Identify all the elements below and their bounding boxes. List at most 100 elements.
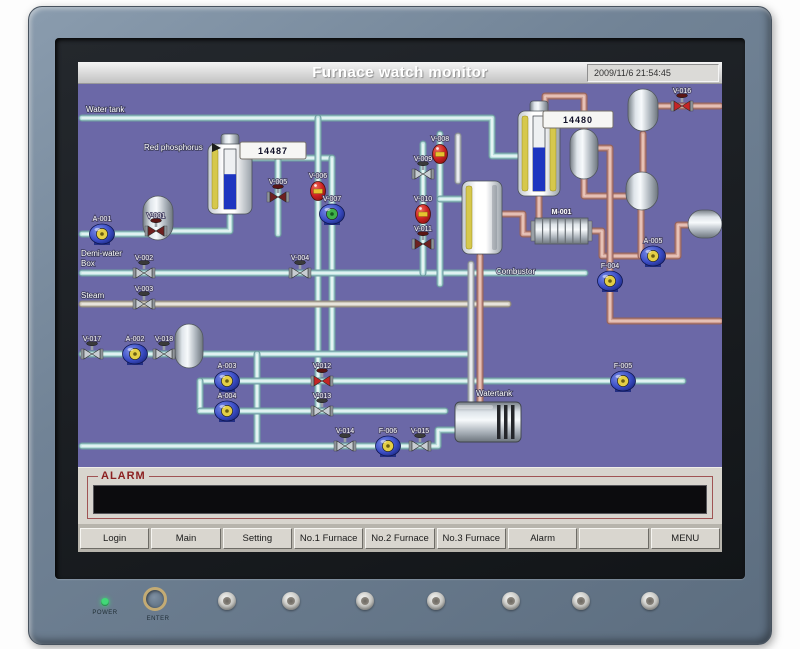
svg-text:M-001: M-001 xyxy=(552,209,572,216)
nav-button-blank-8[interactable] xyxy=(579,528,648,549)
enter-button-label: ENTER xyxy=(134,616,182,622)
function-button-glyph xyxy=(432,597,440,605)
function-button-glyph xyxy=(577,597,585,605)
svg-text:V-007: V-007 xyxy=(323,196,341,203)
function-button-1[interactable] xyxy=(218,592,236,610)
indicator-v-010[interactable]: V-010 xyxy=(414,196,432,224)
watertank-vessel xyxy=(455,402,521,442)
svg-text:F-004: F-004 xyxy=(601,263,619,270)
svg-text:Watertank: Watertank xyxy=(476,389,513,398)
pump-v-007[interactable]: V-007 xyxy=(320,196,345,225)
function-button-3[interactable] xyxy=(356,592,374,610)
svg-text:V-002: V-002 xyxy=(135,255,153,262)
svg-text:Combustor: Combustor xyxy=(496,267,535,276)
alarm-panel: ALARM xyxy=(78,467,722,524)
clock-display: 2009/11/6 21:54:45 xyxy=(587,64,719,82)
capsule-v-vessel xyxy=(626,172,658,210)
pump-a-001[interactable]: A-001 xyxy=(90,216,115,245)
function-button-glyph xyxy=(223,597,231,605)
svg-text:V-009: V-009 xyxy=(414,156,432,163)
pump-f-004[interactable]: F-004 xyxy=(598,263,623,292)
pump-f-005[interactable]: F-005 xyxy=(611,363,636,392)
process-diagram: M-001 14487 14480 V-001 V-002 V-003 V-004 V-005… xyxy=(78,84,722,467)
combustor-vessel xyxy=(462,181,502,254)
nav-button-menu[interactable]: MENU xyxy=(651,528,720,549)
monitor-frame: Furnace watch monitor 2009/11/6 21:54:45… xyxy=(28,6,772,645)
svg-text:V-017: V-017 xyxy=(83,336,101,343)
screen-bezel: Furnace watch monitor 2009/11/6 21:54:45… xyxy=(55,38,745,579)
nav-button-main[interactable]: Main xyxy=(151,528,220,549)
diagram-label-water-tank: Water tank xyxy=(86,105,125,114)
svg-text:V-005: V-005 xyxy=(269,179,287,186)
diagram-label-demi-water: Demi-water xyxy=(81,249,122,258)
capsule-v-vessel xyxy=(175,324,203,368)
pump-a-002[interactable]: A-002 xyxy=(123,336,148,365)
function-button-4[interactable] xyxy=(427,592,445,610)
capsule-v-vessel xyxy=(570,129,598,179)
svg-text:V-016: V-016 xyxy=(673,88,691,95)
diagram-label-steam: Steam xyxy=(81,291,104,300)
function-button-glyph xyxy=(361,597,369,605)
svg-text:A-004: A-004 xyxy=(218,393,237,400)
pump-a-003[interactable]: A-003 xyxy=(215,363,240,392)
function-button-7[interactable] xyxy=(641,592,659,610)
svg-text:F-006: F-006 xyxy=(379,428,397,435)
alarm-message-display xyxy=(93,485,707,514)
svg-text:V-012: V-012 xyxy=(313,363,331,370)
svg-text:V-004: V-004 xyxy=(291,255,309,262)
function-button-glyph xyxy=(646,597,654,605)
svg-text:V-010: V-010 xyxy=(414,196,432,203)
level-display: 14480 xyxy=(543,111,613,128)
svg-text:V-011: V-011 xyxy=(414,226,432,233)
svg-text:V-001: V-001 xyxy=(147,213,165,220)
power-led xyxy=(101,598,109,606)
level-display: 14487 xyxy=(240,142,306,159)
svg-text:V-014: V-014 xyxy=(336,428,354,435)
svg-text:V-015: V-015 xyxy=(411,428,429,435)
svg-text:V-006: V-006 xyxy=(309,173,327,180)
power-led-label: POWER xyxy=(83,610,127,616)
indicator-v-008[interactable]: V-008 xyxy=(431,136,449,164)
svg-text:V-018: V-018 xyxy=(155,336,173,343)
alarm-frame: ALARM xyxy=(87,476,713,519)
nav-button-no-1-furnace[interactable]: No.1 Furnace xyxy=(294,528,363,549)
capsule-h-vessel xyxy=(688,210,722,238)
svg-text:14487: 14487 xyxy=(258,146,288,156)
pump-f-006[interactable]: F-006 xyxy=(376,428,401,457)
svg-text:A-005: A-005 xyxy=(644,238,663,245)
diagram-label-watertank: Watertank xyxy=(476,389,513,398)
svg-text:A-001: A-001 xyxy=(93,216,112,223)
title-bar: Furnace watch monitor 2009/11/6 21:54:45 xyxy=(78,62,722,84)
nav-button-setting[interactable]: Setting xyxy=(223,528,292,549)
svg-text:Box: Box xyxy=(81,259,95,268)
nav-button-alarm[interactable]: Alarm xyxy=(508,528,577,549)
svg-text:V-008: V-008 xyxy=(431,136,449,143)
function-button-6[interactable] xyxy=(572,592,590,610)
nav-button-no-3-furnace[interactable]: No.3 Furnace xyxy=(437,528,506,549)
lcd-screen: Furnace watch monitor 2009/11/6 21:54:45… xyxy=(78,62,722,552)
capsule-v-vessel xyxy=(628,89,658,131)
pump-a-005[interactable]: A-005 xyxy=(641,238,666,267)
svg-text:F-005: F-005 xyxy=(614,363,632,370)
svg-text:Demi-water: Demi-water xyxy=(81,249,122,258)
svg-text:V-013: V-013 xyxy=(313,393,331,400)
navigation-bar: LoginMainSettingNo.1 FurnaceNo.2 Furnace… xyxy=(78,524,722,552)
svg-text:Red phosphorus: Red phosphorus xyxy=(144,143,203,152)
svg-text:Steam: Steam xyxy=(81,291,104,300)
svg-text:V-003: V-003 xyxy=(135,286,153,293)
svg-text:A-003: A-003 xyxy=(218,363,237,370)
diagram-label-box: Box xyxy=(81,259,95,268)
diagram-label-combustor: Combustor xyxy=(496,267,535,276)
pump-a-004[interactable]: A-004 xyxy=(215,393,240,422)
function-button-2[interactable] xyxy=(282,592,300,610)
enter-button[interactable] xyxy=(143,587,167,611)
function-button-glyph xyxy=(507,597,515,605)
svg-text:14480: 14480 xyxy=(563,115,593,125)
alarm-label: ALARM xyxy=(98,470,149,482)
svg-text:A-002: A-002 xyxy=(126,336,145,343)
function-button-5[interactable] xyxy=(502,592,520,610)
svg-text:Water tank: Water tank xyxy=(86,105,125,114)
nav-button-login[interactable]: Login xyxy=(80,528,149,549)
nav-button-no-2-furnace[interactable]: No.2 Furnace xyxy=(365,528,434,549)
function-button-glyph xyxy=(287,597,295,605)
